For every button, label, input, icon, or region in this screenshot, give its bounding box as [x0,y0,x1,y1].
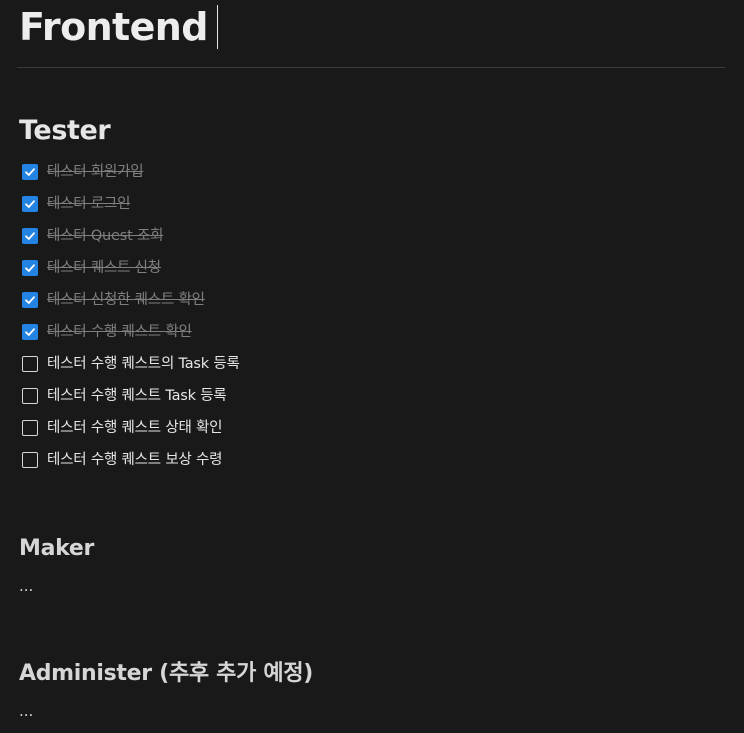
todo-item[interactable]: 테스터 퀘스트 신청 [22,252,712,284]
todo-item[interactable]: 테스터 수행 퀘스트 보상 수령 [22,444,712,476]
checkbox-unchecked[interactable] [22,388,38,404]
checkmark-icon [25,328,35,336]
checkmark-icon [25,232,35,240]
todo-label[interactable]: 테스터 퀘스트 신청 [47,258,161,278]
checkbox-checked[interactable] [22,260,38,276]
todo-item[interactable]: 테스터 회원가입 [22,156,712,188]
todo-label[interactable]: 테스터 수행 퀘스트 상태 확인 [47,418,223,438]
checkmark-icon [25,168,35,176]
checkbox-checked[interactable] [22,292,38,308]
checkbox-checked[interactable] [22,196,38,212]
maker-heading[interactable]: Maker [19,534,94,564]
todo-label[interactable]: 테스터 수행 퀘스트 확인 [47,322,192,342]
divider [17,67,725,68]
page-title[interactable]: Frontend [19,4,208,50]
todo-label[interactable]: 테스터 수행 퀘스트의 Task 등록 [47,354,240,374]
title-row: Frontend [19,4,219,50]
checkbox-checked[interactable] [22,228,38,244]
todo-label[interactable]: 테스터 신청한 퀘스트 확인 [47,290,205,310]
todo-item[interactable]: 테스터 수행 퀘스트 Task 등록 [22,380,712,412]
text-cursor [216,5,219,49]
todo-label[interactable]: 테스터 수행 퀘스트 Task 등록 [47,386,227,406]
checkmark-icon [25,264,35,272]
todo-label[interactable]: 테스터 회원가입 [47,162,144,182]
administer-heading[interactable]: Administer (추후 추가 예정) [19,659,313,689]
administer-body[interactable]: ... [19,701,33,721]
todo-item[interactable]: 테스터 신청한 퀘스트 확인 [22,284,712,316]
tester-heading[interactable]: Tester [19,112,111,150]
todo-label[interactable]: 테스터 수행 퀘스트 보상 수령 [47,450,223,470]
checkbox-unchecked[interactable] [22,420,38,436]
checkmark-icon [25,200,35,208]
checkbox-unchecked[interactable] [22,452,38,468]
checkmark-icon [25,296,35,304]
todo-label[interactable]: 테스터 로그인 [47,194,130,214]
checkbox-unchecked[interactable] [22,356,38,372]
todo-item[interactable]: 테스터 수행 퀘스트 상태 확인 [22,412,712,444]
checkbox-checked[interactable] [22,164,38,180]
todo-item[interactable]: 테스터 로그인 [22,188,712,220]
todo-item[interactable]: 테스터 Quest 조회 [22,220,712,252]
page: Frontend Tester 테스터 회원가입테스터 로그인테스터 Quest… [0,0,744,733]
maker-body[interactable]: ... [19,576,33,596]
tester-todo-list: 테스터 회원가입테스터 로그인테스터 Quest 조회테스터 퀘스트 신청테스터… [22,156,712,476]
todo-item[interactable]: 테스터 수행 퀘스트의 Task 등록 [22,348,712,380]
todo-label[interactable]: 테스터 Quest 조회 [47,226,163,246]
checkbox-checked[interactable] [22,324,38,340]
todo-item[interactable]: 테스터 수행 퀘스트 확인 [22,316,712,348]
